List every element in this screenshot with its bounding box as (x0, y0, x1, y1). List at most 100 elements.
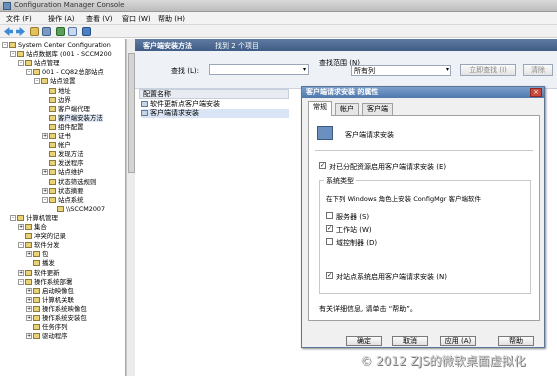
tree-item[interactable]: - 站点设置 (34, 77, 76, 86)
show-tree-icon[interactable] (42, 27, 51, 36)
tree-item[interactable]: - 计算机管理 (10, 214, 58, 223)
servers-label: 服务器 (S) (336, 213, 370, 221)
expand-toggle-icon[interactable]: + (26, 305, 32, 312)
tree-item[interactable]: - 001 - CQ82总部站点 (26, 68, 104, 77)
node-icon (33, 69, 40, 76)
menu-window[interactable]: 窗口 (W) (122, 14, 151, 24)
tree-item[interactable]: - 站点数据库 (001 - SCCM200 (10, 50, 112, 59)
tree-item[interactable]: + 软件更新 (18, 269, 60, 278)
tree-item[interactable]: + 包 (26, 250, 48, 259)
tree-scroll-thumb[interactable] (128, 53, 135, 173)
expand-toggle-icon[interactable]: - (26, 69, 32, 76)
node-icon (25, 278, 32, 285)
tree-item[interactable]: 帐户 (42, 141, 71, 150)
clear-button[interactable]: 清除 (523, 64, 553, 76)
tree-item[interactable]: 冲突的记录 (18, 232, 66, 241)
export-icon[interactable] (68, 27, 77, 36)
scope-select[interactable]: 所有列 ▾ (351, 65, 451, 76)
menu-action[interactable]: 操作 (A) (48, 14, 74, 24)
expand-toggle-icon[interactable]: - (42, 196, 48, 203)
expand-toggle-icon[interactable]: + (26, 296, 32, 303)
column-header-name[interactable]: 配置名称 (139, 89, 289, 99)
tree-item[interactable]: 状态筛选规则 (42, 178, 96, 187)
tree-item[interactable]: - 操作系统部署 (18, 278, 72, 287)
tree-item[interactable]: + 操作系统映像包 (26, 305, 87, 314)
tree-item[interactable]: + 证书 (42, 132, 71, 141)
close-icon[interactable]: × (530, 88, 542, 97)
tab-client[interactable]: 客户端 (362, 103, 393, 115)
tree-item[interactable]: 发现方法 (42, 150, 84, 159)
tree-item[interactable]: 地址 (42, 87, 71, 96)
workstations-checkbox[interactable]: ✓ (326, 225, 333, 232)
tree-item[interactable]: + 驱动程序 (26, 332, 68, 341)
folder-up-icon[interactable] (30, 27, 39, 36)
node-icon (41, 78, 48, 85)
list-item-selected[interactable]: 客户端请求安装 (141, 109, 289, 118)
refresh-icon[interactable] (56, 27, 65, 36)
tree-item[interactable]: \\SCCM2007 (50, 205, 105, 214)
forward-icon[interactable] (16, 27, 25, 36)
help-icon[interactable] (82, 27, 91, 36)
menu-help[interactable]: 帮助 (H) (158, 14, 185, 24)
node-icon (25, 269, 32, 276)
tree-item[interactable]: + 集合 (18, 223, 47, 232)
search-input[interactable] (209, 64, 309, 75)
tree-item[interactable]: + 启动映像包 (26, 287, 74, 296)
tab-general[interactable]: 常规 (308, 101, 332, 116)
help-button[interactable]: 帮助 (498, 336, 534, 346)
tree-item[interactable]: 组件配置 (42, 123, 84, 132)
expand-toggle-icon[interactable]: - (18, 242, 24, 249)
node-icon (33, 287, 40, 294)
site-systems-checkbox[interactable]: ✓ (326, 272, 333, 279)
tree-item[interactable]: - 站点系统 (42, 196, 84, 205)
tree-item[interactable]: 客户端安装方法 (42, 113, 103, 123)
ok-button[interactable]: 确定 (346, 336, 382, 346)
tree-item[interactable]: - 软件分发 (18, 241, 60, 250)
tree-item-label: 001 - CQ82总部站点 (42, 68, 104, 77)
expand-toggle-icon[interactable]: + (26, 251, 32, 258)
expand-toggle-icon[interactable]: + (26, 315, 32, 321)
tree-item[interactable]: 边界 (42, 96, 71, 105)
expand-toggle-icon[interactable]: - (10, 214, 16, 221)
expand-toggle-icon[interactable]: + (26, 333, 32, 340)
tree-item-label: 驱动程序 (42, 332, 68, 341)
menu-view[interactable]: 查看 (V) (86, 14, 112, 24)
apply-button[interactable]: 应用 (A) (440, 336, 476, 346)
tree-item[interactable]: 发送程序 (42, 159, 84, 168)
tree-item[interactable]: - System Center Configuration (2, 41, 111, 50)
back-icon[interactable] (4, 27, 13, 36)
enable-request-checkbox[interactable]: ✓ (319, 162, 326, 169)
servers-checkbox[interactable] (326, 212, 333, 219)
expand-toggle-icon[interactable]: + (18, 269, 24, 276)
properties-dialog: 客户端请求安装 的属性 × 常规 帐户 客户端 客户端请求安装 ✓ 对已分配资源… (301, 86, 545, 348)
expand-toggle-icon[interactable]: + (42, 133, 48, 139)
list-item[interactable]: 软件更新点客户端安装 (141, 100, 220, 109)
find-now-button[interactable]: 立即查找 (I) (460, 64, 516, 76)
tree-item[interactable]: 客户端代理 (42, 105, 90, 114)
expand-toggle-icon[interactable]: + (42, 169, 48, 176)
tree-item[interactable]: + 计算机关联 (26, 296, 74, 305)
node-icon (49, 87, 56, 94)
expand-toggle-icon[interactable]: - (10, 51, 16, 58)
tree-item[interactable]: + 状态摘要 (42, 187, 84, 196)
tree-item[interactable]: 任务序列 (26, 323, 68, 332)
tree-item[interactable]: + 操作系统安装包 (26, 314, 87, 323)
menu-file[interactable]: 文件 (F) (6, 14, 32, 24)
expand-toggle-icon[interactable]: + (42, 187, 48, 194)
search-dropdown-icon[interactable]: ▾ (303, 66, 306, 73)
tree-item[interactable]: 播发 (26, 259, 55, 268)
tree-item[interactable]: + 站点维护 (42, 168, 84, 177)
tree-item[interactable]: - 站点管理 (18, 59, 60, 68)
expand-toggle-icon[interactable]: - (34, 78, 40, 85)
domain-controllers-checkbox[interactable] (326, 238, 333, 245)
expand-toggle-icon[interactable]: - (18, 278, 24, 285)
cancel-button[interactable]: 取消 (392, 336, 428, 346)
tab-accounts[interactable]: 帐户 (335, 103, 359, 115)
tree-item-label: 状态摘要 (58, 186, 84, 195)
tree-scrollbar[interactable] (126, 39, 135, 376)
node-icon (17, 51, 24, 58)
expand-toggle-icon[interactable]: + (26, 287, 32, 294)
expand-toggle-icon[interactable]: - (2, 42, 8, 48)
expand-toggle-icon[interactable]: + (18, 224, 24, 230)
expand-toggle-icon[interactable]: - (18, 60, 24, 67)
